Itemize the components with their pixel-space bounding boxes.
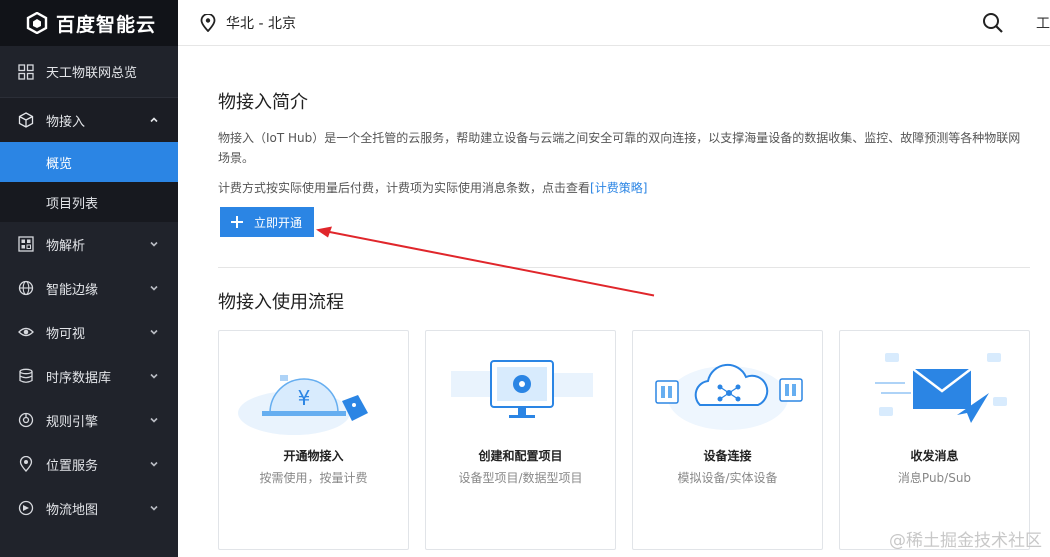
brand-logo[interactable]: 百度智能云 (0, 0, 178, 46)
sidebar-item-label: 物流地图 (46, 502, 99, 518)
chevron-down-icon (150, 241, 158, 247)
billing-info: 计费方式按实际使用量后付费，计费项为实际使用消息条数，点击查看[计费策略] (218, 179, 647, 196)
chevron-up-icon (150, 117, 158, 123)
sidebar-item-label: 物解析 (46, 238, 86, 254)
eye-icon (18, 324, 34, 340)
mail-send-illustration-icon (875, 353, 1007, 423)
region-label: 华北 - 北京 (226, 15, 296, 32)
brand-name: 百度智能云 (56, 13, 157, 36)
grid-icon (18, 63, 34, 80)
location-icon (18, 456, 34, 472)
chevron-down-icon (150, 329, 158, 335)
flow-cards: ¥ 开通物接入 按需使用，按量计费 创建和配置项目 设备型项目/数据型项目 设备… (218, 330, 1030, 550)
card-title: 收发消息 (910, 449, 959, 463)
card-desc: 模拟设备/实体设备 (677, 471, 778, 485)
chevron-down-icon (150, 373, 158, 379)
billing-text: 计费方式按实际使用量后付费，计费项为实际使用消息条数，点击查看 (218, 181, 591, 195)
flow-card-activate[interactable]: ¥ 开通物接入 按需使用，按量计费 (218, 330, 409, 550)
sidebar-item-overview[interactable]: 天工物联网总览 (0, 46, 178, 98)
card-desc: 按需使用，按量计费 (259, 471, 368, 485)
engine-icon (18, 412, 34, 428)
open-service-label: 立即开通 (254, 215, 303, 230)
sidebar: 百度智能云 天工物联网总览 物接入 概览 项目列表 物解析 智能边缘 物可视 时… (0, 0, 178, 557)
annotation-arrow-icon (316, 226, 655, 297)
flow-card-messaging[interactable]: 收发消息 消息Pub/Sub (839, 330, 1030, 550)
sidebar-item-edge[interactable]: 智能边缘 (0, 266, 178, 310)
card-title: 开通物接入 (283, 449, 344, 463)
globe-icon (18, 280, 34, 296)
cloud-network-illustration-icon (655, 363, 803, 430)
intro-title: 物接入简介 (218, 92, 308, 113)
main-content: 物接入简介 物接入（IoT Hub）是一个全托管的云服务，帮助建立设备与云端之间… (178, 46, 1050, 557)
sidebar-item-visualize[interactable]: 物可视 (0, 310, 178, 354)
region-selector[interactable]: 华北 - 北京 (178, 13, 296, 33)
card-desc: 设备型项目/数据型项目 (458, 471, 583, 485)
sidebar-item-tsdb[interactable]: 时序数据库 (0, 354, 178, 398)
intro-text: 物接入（IoT Hub）是一个全托管的云服务，帮助建立设备与云端之间安全可靠的双… (218, 131, 1021, 165)
sidebar-item-logistics-map[interactable]: 物流地图 (0, 486, 178, 530)
header-menu-truncated[interactable]: 工 (1036, 13, 1050, 33)
search-icon[interactable] (982, 12, 1004, 34)
card-title: 设备连接 (703, 449, 752, 463)
location-pin-icon (200, 13, 216, 32)
baidu-cloud-logo-icon (26, 12, 48, 34)
sidebar-item-label: 天工物联网总览 (46, 66, 138, 81)
flow-card-device-connect[interactable]: 设备连接 模拟设备/实体设备 (632, 330, 823, 550)
chevron-down-icon (150, 417, 158, 423)
cloud-billing-illustration-icon: ¥ (238, 375, 368, 435)
card-title: 创建和配置项目 (478, 449, 563, 463)
chevron-down-icon (150, 461, 158, 467)
sidebar-item-location[interactable]: 位置服务 (0, 442, 178, 486)
flow-card-create-project[interactable]: 创建和配置项目 设备型项目/数据型项目 (425, 330, 616, 550)
section-divider (218, 267, 1030, 268)
sidebar-item-label: 位置服务 (46, 458, 99, 474)
card-desc: 消息Pub/Sub (897, 471, 972, 485)
map-icon (18, 500, 34, 516)
chevron-down-icon (150, 285, 158, 291)
plus-icon (231, 216, 243, 228)
watermark: @稀土掘金技术社区 (889, 531, 1042, 551)
sidebar-item-label: 智能边缘 (46, 282, 99, 298)
sidebar-subitem-overview[interactable]: 概览 (0, 142, 178, 182)
sidebar-subitem-project-list[interactable]: 项目列表 (0, 182, 178, 222)
chevron-down-icon (150, 505, 158, 511)
sidebar-item-label: 时序数据库 (46, 370, 112, 386)
sidebar-item-rule-engine[interactable]: 规则引擎 (0, 398, 178, 442)
svg-text:¥: ¥ (298, 386, 311, 410)
cube-icon (18, 112, 34, 128)
database-icon (18, 368, 34, 384)
monitor-illustration-icon (451, 360, 593, 418)
sidebar-item-label: 物可视 (46, 326, 86, 342)
flow-title: 物接入使用流程 (218, 292, 344, 313)
top-header: 华北 - 北京 工 (178, 0, 1050, 46)
sidebar-item-label: 规则引擎 (46, 414, 99, 430)
open-service-button[interactable]: 立即开通 (220, 207, 314, 237)
billing-policy-link[interactable]: [计费策略] (590, 181, 647, 195)
sidebar-item-label: 物接入 (46, 114, 86, 130)
sidebar-item-parser[interactable]: 物解析 (0, 222, 178, 266)
qr-grid-icon (18, 236, 34, 252)
sidebar-item-iot-hub[interactable]: 物接入 (0, 98, 178, 142)
